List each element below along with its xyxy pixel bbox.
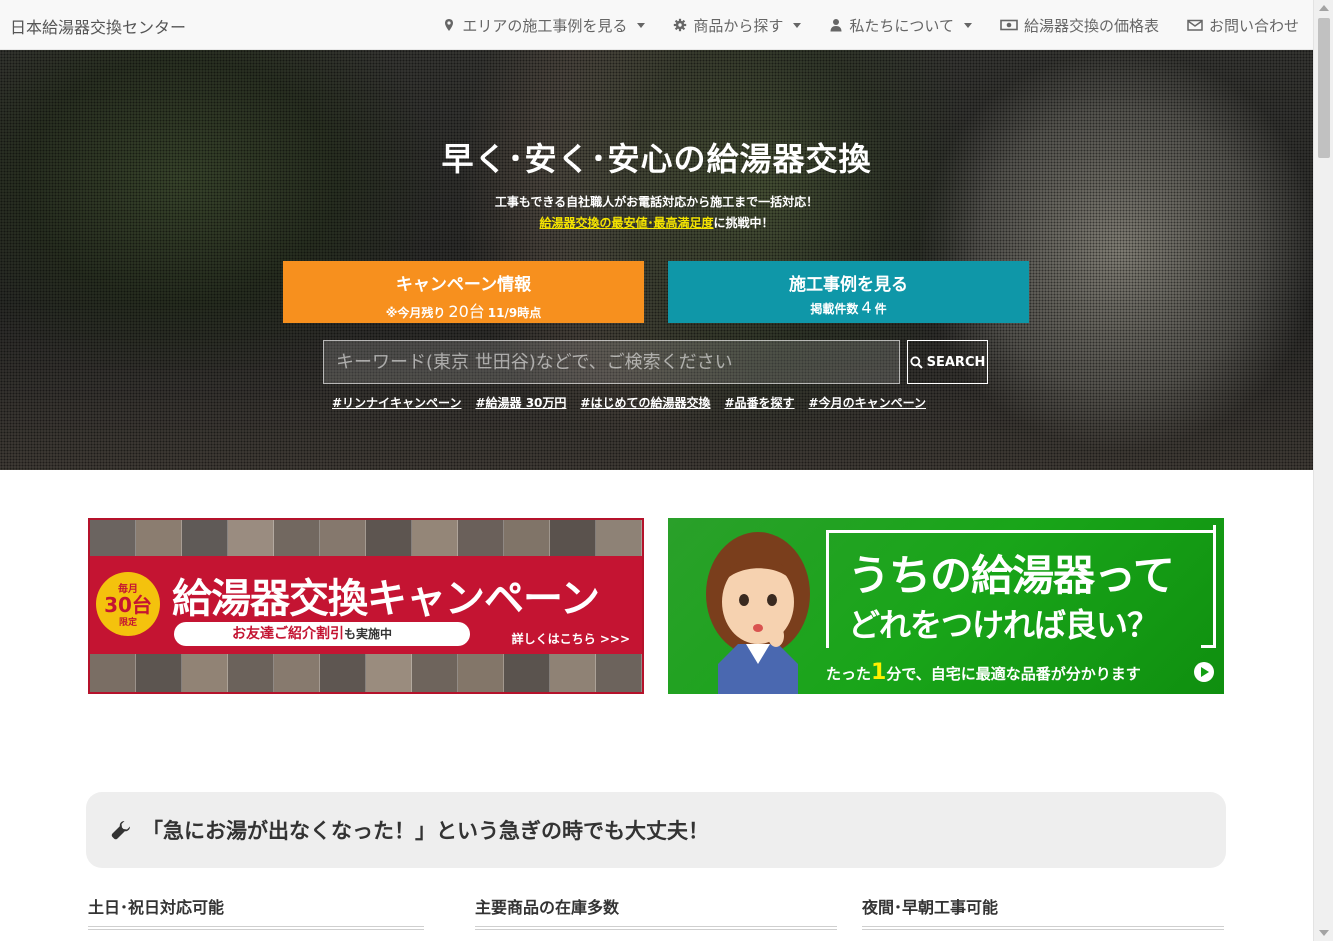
referral-discount-pill: お友達ご紹介割引も実施中: [174, 622, 470, 646]
staff-photo-strip: [90, 520, 642, 556]
monthly-limit-badge: 毎月 30台 限定: [96, 572, 160, 636]
page-scrollbar[interactable]: [1313, 0, 1333, 941]
hero-section: 早く･安く･安心の給湯器交換 工事もできる自社職人がお電話対応から施工まで一括対…: [0, 50, 1313, 470]
nav-item-area-cases[interactable]: エリアの施工事例を見る: [442, 15, 646, 36]
search-button[interactable]: SEARCH: [907, 340, 988, 384]
nav-item-products[interactable]: 商品から探す: [673, 15, 802, 36]
envelope-icon: [1187, 19, 1203, 31]
emergency-heading-box: 「急にお湯が出なくなった！」という急ぎの時でも大丈夫！: [86, 792, 1226, 868]
map-marker-icon: [445, 19, 454, 31]
play-arrow-icon: [1194, 662, 1214, 682]
hero-tagline-highlight: 給湯器交換の最安値･最高満足度: [539, 216, 714, 230]
campaign-remaining-count: 20台: [448, 302, 485, 321]
staff-photo-strip: [90, 654, 642, 692]
finder-subheadline: どれをつければ良い？: [848, 606, 1159, 644]
thinking-woman-illustration: [706, 532, 810, 694]
hashtag-link[interactable]: #リンナイキャンペーン: [332, 394, 461, 411]
campaign-remaining-prefix: ※今月残り: [385, 306, 446, 320]
nav-item-contact[interactable]: お問い合わせ: [1187, 15, 1299, 36]
finder-caption-text: 分で、自宅に最適な品番が分かります: [886, 665, 1141, 683]
finder-headline: うちの給湯器って: [848, 551, 1175, 600]
campaign-banner[interactable]: 毎月 30台 限定 給湯器交換キャンペーン お友達ご紹介割引も実施中 詳しくはこ…: [88, 518, 644, 694]
campaign-info-title: キャンペーン情報: [395, 275, 532, 295]
scroll-down-arrow-icon[interactable]: [1319, 930, 1329, 936]
search-icon: [910, 355, 923, 369]
feature-weekend-service: 土日･祝日対応可能: [88, 894, 424, 930]
user-icon: [830, 19, 842, 32]
hashtag-link[interactable]: #はじめての給湯器交換: [580, 394, 710, 411]
campaign-info-button[interactable]: キャンペーン情報 ※今月残り 20台 11/9時点: [283, 261, 644, 323]
hashtag-links: #リンナイキャンペーン #給湯器 30万円 #はじめての給湯器交換 #品番を探す…: [0, 394, 1258, 411]
view-cases-title: 施工事例を見る: [789, 275, 908, 295]
campaign-info-remaining: ※今月残り 20台 11/9時点: [283, 298, 644, 322]
search-button-label: SEARCH: [926, 354, 986, 370]
cases-count-suffix: 件: [874, 302, 887, 316]
nav-item-label: お問い合わせ: [1208, 16, 1299, 35]
nav-item-label: 私たちについて: [849, 16, 954, 35]
hero-title: 早く･安く･安心の給湯器交換: [441, 140, 872, 178]
cases-count-prefix: 掲載件数: [810, 302, 859, 316]
campaign-remaining-date: 11/9時点: [487, 306, 542, 320]
hashtag-link[interactable]: #今月のキャンペーン: [809, 394, 926, 411]
site-brand[interactable]: 日本給湯器交換センター: [10, 14, 186, 38]
hashtag-link[interactable]: #給湯器 30万円: [475, 394, 566, 411]
gear-icon: [674, 18, 687, 32]
feature-night-service: 夜間･早朝工事可能: [862, 894, 1224, 930]
hero-tagline: 給湯器交換の最安値･最高満足度に挑戦中！: [0, 214, 1313, 231]
nav-item-pricelist[interactable]: 給湯器交換の価格表: [1000, 15, 1159, 36]
view-cases-button[interactable]: 施工事例を見る 掲載件数 4 件: [668, 261, 1029, 323]
scroll-up-arrow-icon[interactable]: [1319, 5, 1329, 11]
hero-tagline-rest: に挑戦中！: [713, 216, 774, 230]
search-input[interactable]: [323, 340, 900, 384]
view-cases-count: 掲載件数 4 件: [668, 298, 1029, 317]
product-finder-banner[interactable]: うちの給湯器って どれをつければ良い？ たった1分で、自宅に最適な品番が分かりま…: [668, 518, 1224, 694]
finder-caption: たった1分で、自宅に最適な品番が分かります: [826, 660, 1141, 685]
wrench-icon: [111, 821, 130, 840]
emergency-title: 「急にお湯が出なくなった！」という急ぎの時でも大丈夫！: [142, 819, 709, 843]
chevron-down-icon: [637, 22, 646, 28]
nav-item-label: 商品から探す: [693, 16, 784, 35]
nav-item-about[interactable]: 私たちについて: [829, 15, 972, 36]
top-navbar: 日本給湯器交換センター エリアの施工事例を見る 商品から探す 私たちについて 給…: [0, 0, 1313, 50]
chevron-down-icon: [793, 22, 802, 28]
finder-caption-prefix: たった: [826, 665, 872, 683]
feature-stock-available: 主要商品の在庫多数: [475, 894, 837, 930]
nav-menu: エリアの施工事例を見る 商品から探す 私たちについて 給湯器交換の価格表 お問い…: [442, 0, 1299, 50]
referral-discount-suffix: も実施中: [344, 627, 393, 641]
campaign-banner-title: 給湯器交換キャンペーン: [172, 575, 600, 622]
money-icon: [1000, 19, 1018, 31]
chevron-down-icon: [963, 22, 972, 28]
cases-count-number: 4: [861, 298, 872, 317]
hashtag-link[interactable]: #品番を探す: [724, 394, 794, 411]
referral-discount-label: お友達ご紹介割引: [232, 626, 344, 642]
scroll-thumb[interactable]: [1318, 18, 1330, 158]
nav-item-label: エリアの施工事例を見る: [462, 16, 628, 35]
campaign-details-link: 詳しくはこちら >>>: [511, 632, 630, 646]
badge-label-count: 30台: [104, 593, 152, 617]
finder-caption-number: 1: [871, 660, 887, 685]
hero-subtitle: 工事もできる自社職人がお電話対応から施工まで一括対応！: [494, 195, 819, 209]
nav-item-label: 給湯器交換の価格表: [1023, 16, 1159, 35]
